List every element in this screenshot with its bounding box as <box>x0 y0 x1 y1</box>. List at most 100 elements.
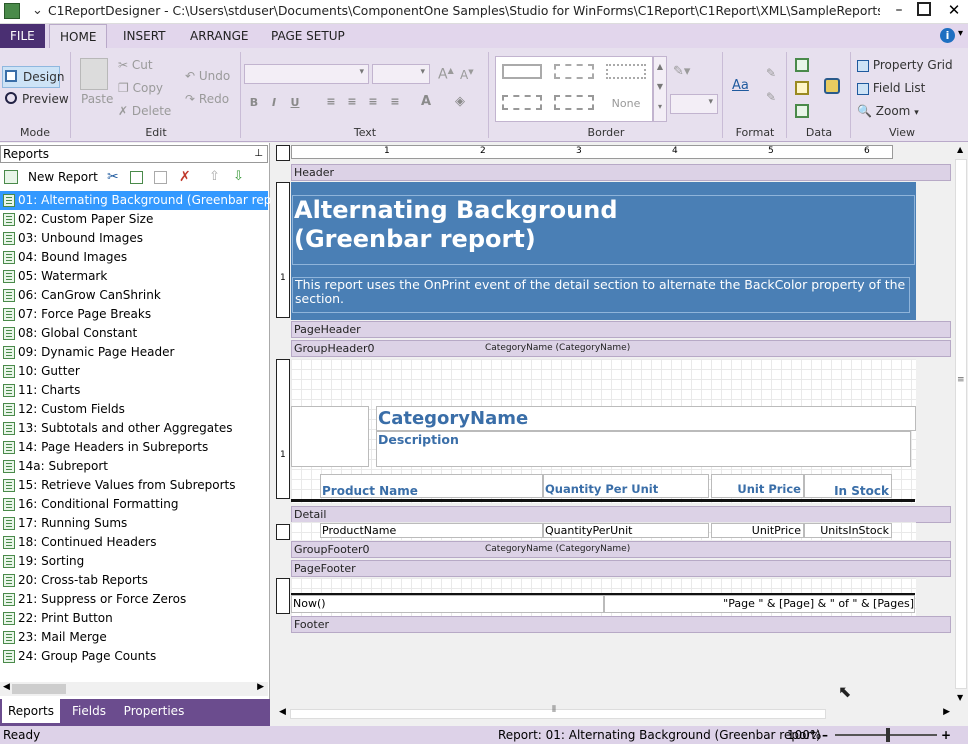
report-list-item[interactable]: 04: Bound Images <box>0 248 268 267</box>
border-style-icon[interactable] <box>554 64 594 79</box>
design-hscrollbar[interactable]: ◀ ⦀ ▶ <box>276 705 954 721</box>
band-detail[interactable]: Detail <box>291 506 951 523</box>
copy-icon[interactable] <box>130 171 143 184</box>
band-groupfooter[interactable]: GroupFooter0 CategoryName (CategoryName) <box>291 541 951 558</box>
category-picture-field[interactable] <box>291 406 369 467</box>
report-list-item[interactable]: 03: Unbound Images <box>0 229 268 248</box>
tab-insert[interactable]: INSERT <box>113 24 176 48</box>
justify-icon[interactable]: ≡ <box>387 95 403 108</box>
report-list-item[interactable]: 07: Force Page Breaks <box>0 305 268 324</box>
copy-button[interactable]: ❐ Copy <box>118 81 163 95</box>
list-hscrollbar[interactable]: ◀ ▶ <box>0 682 268 696</box>
border-none-label[interactable]: None <box>606 97 646 110</box>
scroll-left-icon[interactable]: ◀ <box>279 707 286 717</box>
scroll-left-icon[interactable]: ◀ <box>3 682 10 692</box>
col-header-quantity[interactable]: Quantity Per Unit <box>543 474 709 498</box>
detail-field-unit-price[interactable]: UnitPrice <box>711 523 804 538</box>
report-list-item[interactable]: 19: Sorting <box>0 552 268 571</box>
paste-icon[interactable] <box>154 171 167 184</box>
fill-color-icon[interactable]: ◈ <box>452 94 468 109</box>
format-aa-icon[interactable]: Aa <box>732 78 749 93</box>
border-color-icon[interactable]: ✎▾ <box>673 64 690 79</box>
font-size-combo[interactable]: ▾ <box>372 64 430 84</box>
report-list-item[interactable]: 13: Subtotals and other Aggregates <box>0 419 268 438</box>
font-color-icon[interactable]: A <box>418 94 434 109</box>
report-list-item[interactable]: 06: CanGrow CanShrink <box>0 286 268 305</box>
band-pageheader[interactable]: PageHeader <box>291 321 951 338</box>
preview-button[interactable]: Preview <box>22 92 69 106</box>
tab-properties[interactable]: Properties <box>118 699 190 723</box>
zoom-out-icon[interactable]: – <box>822 726 828 744</box>
scroll-up-icon[interactable]: ▲ <box>957 145 963 154</box>
report-list-item[interactable]: 11: Charts <box>0 381 268 400</box>
report-description[interactable]: This report uses the OnPrint event of th… <box>292 277 910 313</box>
clear-format-icon[interactable]: ✎ <box>766 90 776 104</box>
scroll-right-icon[interactable]: ▶ <box>257 682 264 692</box>
footer-page-field[interactable]: "Page " & [Page] & " of " & [Pages] <box>604 595 915 613</box>
header-section[interactable]: Alternating Background (Greenbar report)… <box>291 182 916 320</box>
tab-home[interactable]: HOME <box>49 24 108 48</box>
scroll-right-icon[interactable]: ▶ <box>943 707 950 717</box>
data-source-icon[interactable] <box>795 58 809 72</box>
help-icon[interactable]: i <box>940 28 955 43</box>
detail-field-in-stock[interactable]: UnitsInStock <box>804 523 892 538</box>
format-painter-icon[interactable]: ✎ <box>766 66 776 80</box>
zoom-slider-thumb[interactable] <box>886 728 890 742</box>
zoom-button[interactable]: 🔍 Zoom ▾ <box>857 104 919 118</box>
report-list-item[interactable]: 10: Gutter <box>0 362 268 381</box>
bold-button[interactable]: B <box>246 96 262 109</box>
title-field[interactable]: Alternating Background (Greenbar report) <box>292 195 915 265</box>
category-name-field[interactable]: CategoryName <box>376 406 916 431</box>
footer-date-field[interactable]: Now() <box>291 595 604 613</box>
delete-button[interactable]: ✗ Delete <box>118 104 171 118</box>
grouping-icon[interactable] <box>795 104 809 118</box>
align-left-icon[interactable]: ≡ <box>323 95 339 108</box>
report-list-item[interactable]: 20: Cross-tab Reports <box>0 571 268 590</box>
cut-icon[interactable]: ✂ <box>107 169 119 185</box>
report-list-item[interactable]: 22: Print Button <box>0 609 268 628</box>
report-list-item[interactable]: 05: Watermark <box>0 267 268 286</box>
script-icon[interactable] <box>824 78 840 94</box>
help-dropdown-icon[interactable]: ▾ <box>958 28 963 39</box>
tab-fields[interactable]: Fields <box>64 699 114 723</box>
report-list-item[interactable]: 09: Dynamic Page Header <box>0 343 268 362</box>
report-list-item[interactable]: 24: Group Page Counts <box>0 647 268 666</box>
report-list-item[interactable]: 23: Mail Merge <box>0 628 268 647</box>
col-header-in-stock[interactable]: In Stock <box>804 474 892 498</box>
report-list-item[interactable]: 14a: Subreport <box>0 457 268 476</box>
detail-field-quantity[interactable]: QuantityPerUnit <box>543 523 709 538</box>
border-thickness-combo[interactable]: ▾ <box>670 94 718 114</box>
groupheader-section[interactable]: CategoryName Description Product Name Qu… <box>291 359 916 503</box>
tab-file[interactable]: FILE <box>0 24 45 48</box>
title-chevron-icon[interactable]: ⌄ <box>32 0 43 22</box>
description-field[interactable]: Description <box>376 431 911 467</box>
tab-arrange[interactable]: ARRANGE <box>180 24 258 48</box>
grow-font-icon[interactable]: A▲ <box>438 66 454 83</box>
new-report-button[interactable]: New Report <box>28 170 98 184</box>
band-header[interactable]: Header <box>291 164 951 181</box>
design-vscrollbar[interactable]: ▲ ≡ ▼ <box>954 145 968 707</box>
scroll-thumb[interactable] <box>290 709 826 719</box>
gallery-scroll[interactable]: ▲ ▼ ▾ <box>653 56 667 122</box>
border-style-icon[interactable] <box>502 64 542 79</box>
scroll-thumb[interactable] <box>955 159 967 689</box>
property-grid-button[interactable]: Property Grid <box>857 58 953 72</box>
paste-button[interactable]: Paste <box>81 92 113 106</box>
report-list-item[interactable]: 15: Retrieve Values from Subreports <box>0 476 268 495</box>
band-pagefooter[interactable]: PageFooter <box>291 560 951 577</box>
italic-button[interactable]: I <box>266 96 282 109</box>
pagefooter-section[interactable]: Now() "Page " & [Page] & " of " & [Pages… <box>291 578 916 616</box>
col-header-unit-price[interactable]: Unit Price <box>711 474 804 498</box>
delete-icon[interactable]: ✗ <box>179 169 191 185</box>
move-down-icon[interactable]: ⇩ <box>233 169 244 184</box>
detail-section[interactable]: ProductName QuantityPerUnit UnitPrice Un… <box>291 522 916 540</box>
report-list-item[interactable]: 01: Alternating Background (Greenbar rep… <box>0 191 293 210</box>
col-header-product-name[interactable]: Product Name <box>320 474 543 498</box>
align-center-icon[interactable]: ≡ <box>344 95 360 108</box>
move-up-icon[interactable]: ⇧ <box>209 169 220 184</box>
zoom-in-icon[interactable]: + <box>941 726 951 744</box>
report-list-item[interactable]: 08: Global Constant <box>0 324 268 343</box>
sorting-icon[interactable] <box>795 81 809 95</box>
shrink-font-icon[interactable]: A▼ <box>460 68 474 82</box>
border-gallery[interactable]: None <box>495 56 653 122</box>
